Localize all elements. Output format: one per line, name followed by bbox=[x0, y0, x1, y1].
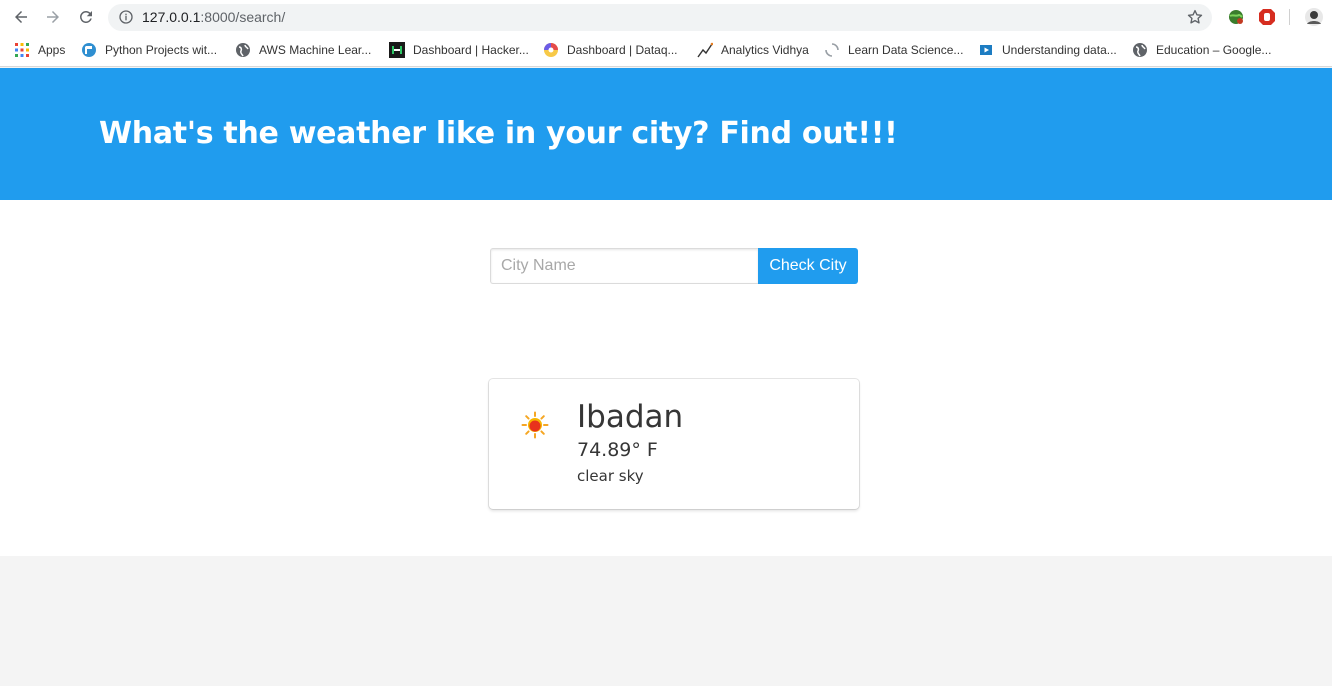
city-name-input[interactable] bbox=[490, 248, 758, 284]
url-path: :8000/search/ bbox=[200, 9, 286, 25]
python-projects-icon bbox=[81, 42, 97, 58]
bookmarks-bar: Apps Python Projects wit... AWS Machine … bbox=[0, 34, 1332, 67]
hero-banner: What's the weather like in your city? Fi… bbox=[0, 68, 1332, 200]
main-content: Check City Ibadan 74.89° F clear sky bbox=[0, 200, 1332, 556]
url-host: 127.0.0.1 bbox=[142, 9, 201, 25]
city-name: Ibadan bbox=[577, 399, 684, 435]
back-button[interactable] bbox=[10, 6, 32, 28]
temperature: 74.89° F bbox=[577, 439, 658, 461]
url-text[interactable]: 127.0.0.1:8000/search/ bbox=[142, 9, 285, 25]
bookmark-learn-data-science[interactable]: Learn Data Science... bbox=[824, 41, 963, 59]
bookmark-hackerrank-dashboard[interactable]: Dashboard | Hacker... bbox=[389, 41, 529, 59]
apps-grid-icon bbox=[14, 42, 30, 58]
bookmark-aws-machine-learning[interactable]: AWS Machine Lear... bbox=[235, 41, 371, 59]
bookmark-star-icon[interactable] bbox=[1186, 8, 1204, 26]
globe-icon bbox=[1132, 42, 1148, 58]
video-play-icon bbox=[978, 42, 994, 58]
sun-icon bbox=[521, 411, 549, 439]
hackerrank-icon bbox=[389, 42, 405, 58]
bookmark-label: Learn Data Science... bbox=[848, 43, 964, 57]
bookmark-label: Dashboard | Dataq... bbox=[567, 43, 678, 57]
bookmark-label: AWS Machine Lear... bbox=[259, 43, 372, 57]
page-title: What's the weather like in your city? Fi… bbox=[99, 116, 898, 151]
adblock-extension-icon[interactable] bbox=[1257, 7, 1277, 27]
bookmark-apps[interactable]: Apps bbox=[14, 41, 65, 59]
forward-button[interactable] bbox=[42, 6, 64, 28]
bookmark-label: Analytics Vidhya bbox=[721, 43, 809, 57]
extension-globe-icon[interactable] bbox=[1226, 7, 1246, 27]
toolbar-divider bbox=[1289, 9, 1290, 25]
bookmark-label: Python Projects wit... bbox=[105, 43, 218, 57]
bookmark-label: Apps bbox=[38, 43, 66, 57]
bookmark-label: Understanding data... bbox=[1002, 43, 1117, 57]
reload-icon bbox=[80, 10, 92, 23]
bookmark-label: Dashboard | Hacker... bbox=[413, 43, 529, 57]
bookmark-analytics-vidhya[interactable]: Analytics Vidhya bbox=[697, 41, 809, 59]
page-footer-area bbox=[0, 556, 1332, 686]
reload-button[interactable] bbox=[75, 6, 97, 28]
weather-card: Ibadan 74.89° F clear sky bbox=[489, 379, 859, 509]
bookmark-python-projects[interactable]: Python Projects wit... bbox=[81, 41, 217, 59]
check-city-button[interactable]: Check City bbox=[758, 248, 858, 284]
analytics-vidhya-icon bbox=[697, 42, 713, 58]
address-bar[interactable]: 127.0.0.1:8000/search/ bbox=[108, 4, 1212, 31]
bookmark-education-google[interactable]: Education – Google... bbox=[1132, 41, 1271, 59]
bookmark-dataquest-dashboard[interactable]: Dashboard | Dataq... bbox=[543, 41, 678, 59]
weather-description: clear sky bbox=[577, 467, 644, 485]
profile-avatar[interactable] bbox=[1304, 7, 1324, 27]
bookmark-understanding-data[interactable]: Understanding data... bbox=[978, 41, 1117, 59]
back-arrow-icon bbox=[15, 11, 27, 23]
bookmark-label: Education – Google... bbox=[1156, 43, 1272, 57]
info-icon[interactable] bbox=[118, 9, 134, 25]
dataquest-icon bbox=[543, 42, 559, 58]
forward-arrow-icon bbox=[47, 11, 59, 23]
browser-toolbar: 127.0.0.1:8000/search/ bbox=[0, 0, 1332, 34]
globe-icon bbox=[235, 42, 251, 58]
loading-spinner-icon bbox=[824, 42, 840, 58]
